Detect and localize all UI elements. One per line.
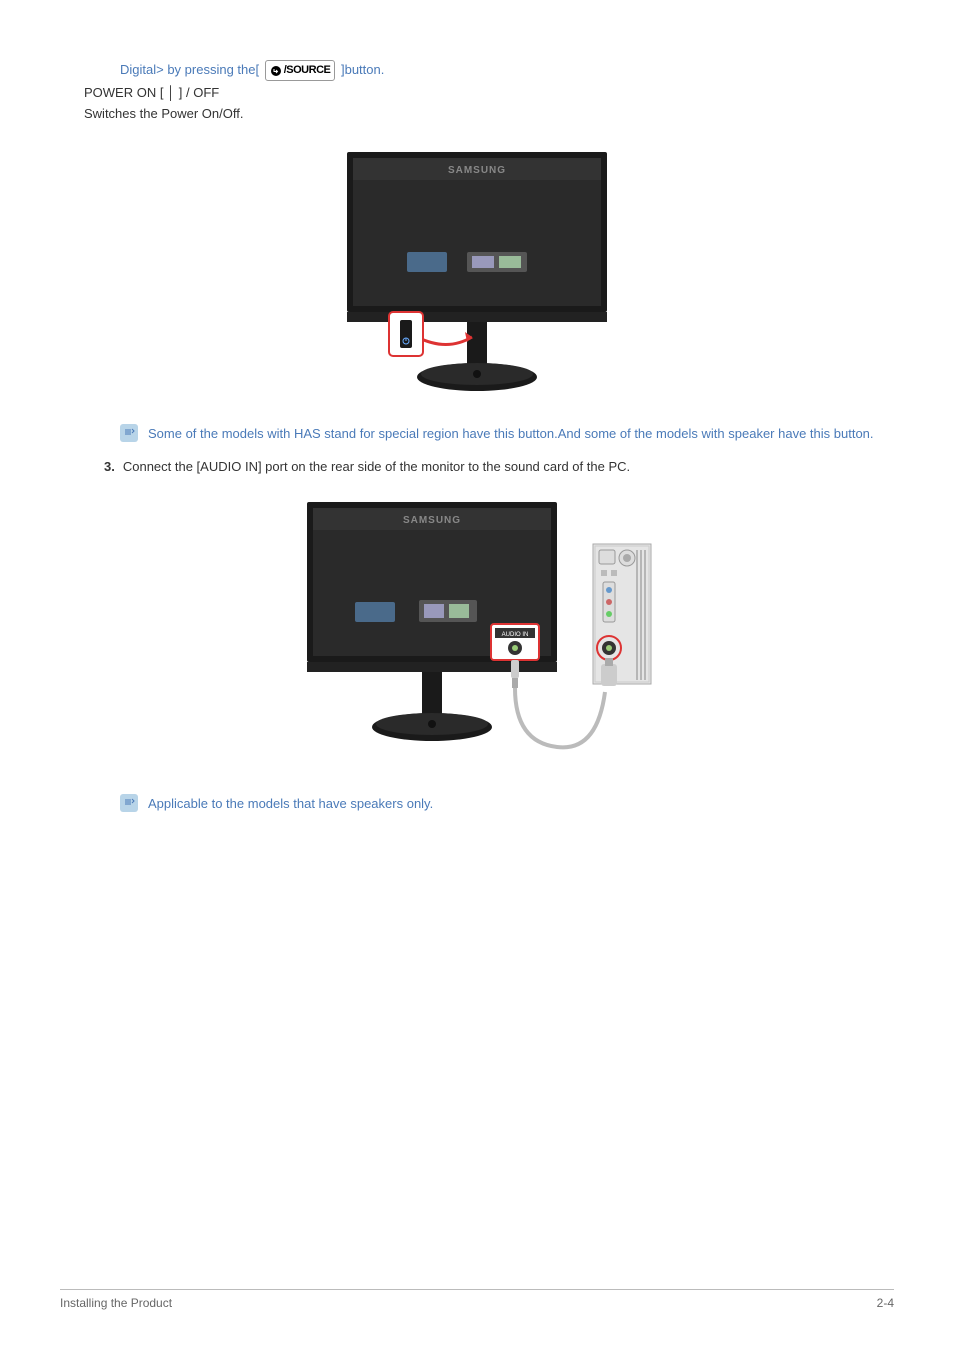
footer-page-number: 2-4 <box>877 1296 894 1310</box>
step-3-text: Connect the [AUDIO IN] port on the rear … <box>123 459 630 474</box>
enter-arrow-icon <box>270 65 282 77</box>
fragment-prefix: Digital> by pressing the[ <box>120 62 259 77</box>
power-switch-line: Switches the Power On/Off. <box>84 104 894 124</box>
step-3-number: 3. <box>104 459 115 474</box>
note-speakers-text: Applicable to the models that have speak… <box>148 794 894 814</box>
power-on-off-line: POWER ON [ │ ] / OFF <box>84 83 894 103</box>
figure-power-button: SAMSUNG <box>60 142 894 402</box>
figure2-logo: SAMSUNG <box>403 515 461 526</box>
figure-audio-in: SAMSUNG AUDIO IN <box>60 492 894 772</box>
monitor-audio-svg: SAMSUNG AUDIO IN <box>297 492 657 772</box>
note-icon <box>120 424 138 442</box>
footer-section: Installing the Product <box>60 1296 172 1310</box>
monitor-power-svg: SAMSUNG <box>327 142 627 402</box>
step-3: 3. Connect the [AUDIO IN] port on the re… <box>104 459 894 474</box>
audio-in-label: AUDIO IN <box>502 632 529 638</box>
figure-logo: SAMSUNG <box>448 165 506 176</box>
note-icon <box>120 794 138 812</box>
digital-fragment-line: Digital> by pressing the[ /SOURCE ]butto… <box>120 60 894 81</box>
note-has-stand-text: Some of the models with HAS stand for sp… <box>148 424 894 444</box>
page-footer: Installing the Product 2-4 <box>60 1289 894 1310</box>
enter-source-icon: /SOURCE <box>265 60 336 81</box>
note-has-stand: Some of the models with HAS stand for sp… <box>120 424 894 444</box>
note-speakers-only: Applicable to the models that have speak… <box>120 794 894 814</box>
fragment-suffix: ]button. <box>341 62 384 77</box>
